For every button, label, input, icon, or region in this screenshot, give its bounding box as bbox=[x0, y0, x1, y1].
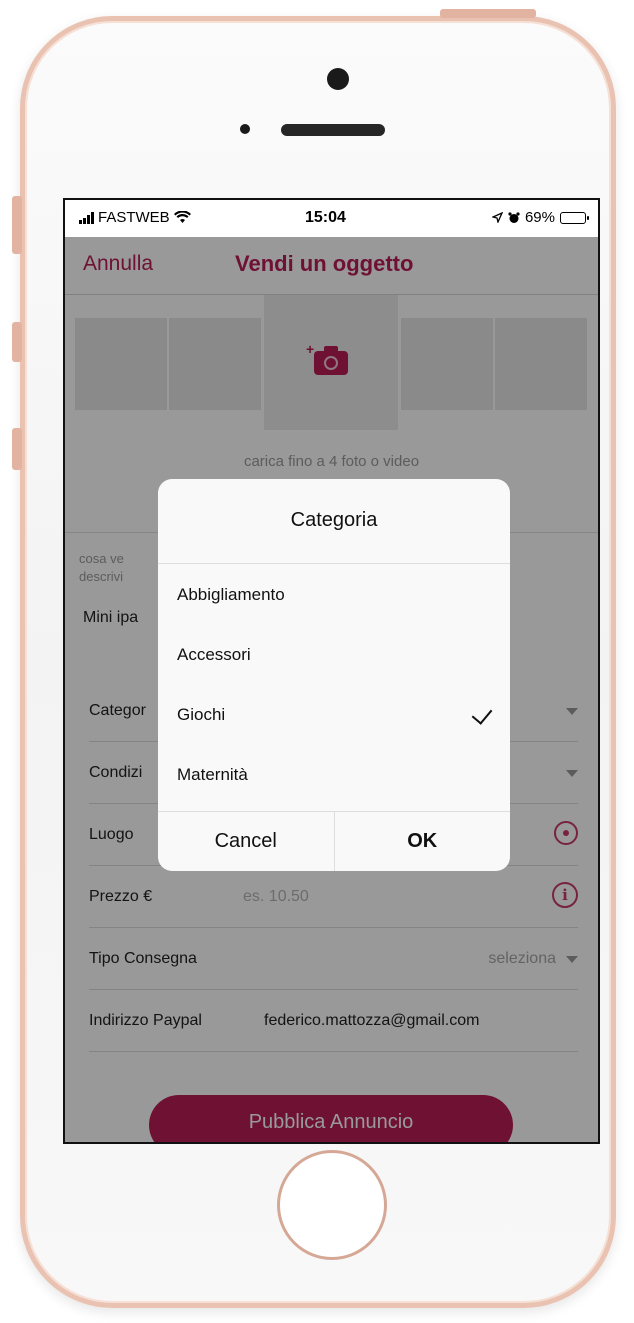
mute-switch bbox=[12, 196, 22, 254]
power-button bbox=[440, 9, 536, 18]
alarm-icon bbox=[508, 211, 520, 223]
battery-icon bbox=[560, 211, 589, 224]
option-label: Maternità bbox=[177, 765, 248, 784]
earpiece-speaker bbox=[281, 124, 385, 136]
option-label: Giochi bbox=[177, 705, 226, 724]
volume-up-button bbox=[12, 322, 22, 362]
cancel-button[interactable]: Cancel bbox=[158, 812, 334, 871]
volume-down-button bbox=[12, 428, 22, 470]
front-camera-icon bbox=[327, 68, 349, 90]
option-abbigliamento[interactable]: Abbigliamento bbox=[158, 565, 510, 625]
divider bbox=[158, 563, 510, 564]
location-arrow-icon bbox=[491, 212, 503, 223]
sell-item-form: Annulla Vendi un oggetto + carica fino a… bbox=[65, 237, 598, 1142]
option-accessori[interactable]: Accessori bbox=[158, 625, 510, 685]
option-maternita[interactable]: Maternità bbox=[158, 745, 510, 805]
home-button[interactable] bbox=[277, 1150, 387, 1260]
wifi-icon bbox=[173, 211, 191, 223]
status-bar: FASTWEB 15:04 69% bbox=[65, 200, 598, 237]
option-giochi[interactable]: Giochi bbox=[158, 685, 510, 745]
phone-screen: FASTWEB 15:04 69% Annulla Vendi un ogget… bbox=[63, 198, 600, 1144]
option-label: Accessori bbox=[177, 645, 251, 664]
status-right: 69% bbox=[491, 209, 589, 226]
carrier-name: FASTWEB bbox=[98, 209, 170, 226]
sensor-icon bbox=[240, 124, 250, 134]
signal-bars-icon bbox=[79, 211, 94, 224]
checkmark-icon bbox=[471, 703, 493, 725]
dialog-actions: Cancel OK bbox=[158, 811, 510, 871]
option-label: Abbigliamento bbox=[177, 585, 285, 604]
dialog-title: Categoria bbox=[290, 509, 378, 531]
category-picker-dialog: Categoria Abbigliamento Accessori Giochi… bbox=[158, 479, 510, 871]
ok-button[interactable]: OK bbox=[333, 812, 511, 871]
status-time: 15:04 bbox=[305, 209, 346, 226]
battery-percent: 69% bbox=[524, 209, 555, 226]
carrier-info: FASTWEB bbox=[79, 209, 191, 226]
